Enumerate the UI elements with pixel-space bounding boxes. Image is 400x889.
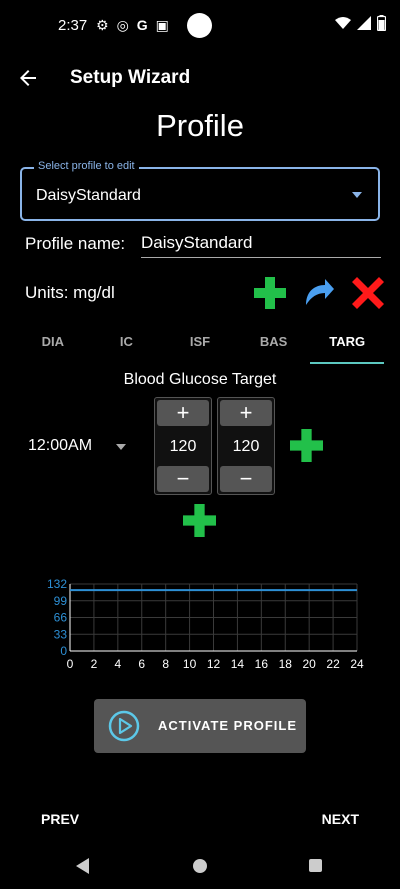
delete-profile-icon[interactable] (352, 277, 384, 309)
app-title: Setup Wizard (70, 67, 191, 88)
tab-targ[interactable]: TARG (310, 324, 384, 364)
google-icon: G (136, 17, 148, 33)
play-circle-icon (108, 710, 140, 742)
tab-isf[interactable]: ISF (163, 324, 237, 364)
caret-down-icon (352, 192, 362, 198)
profile-select-value: DaisyStandard (36, 187, 141, 204)
status-bar: 2:37 ⚙ ◎ G ▣ (0, 0, 400, 52)
nav-recents-icon[interactable] (309, 859, 322, 872)
target-section-title: Blood Glucose Target (123, 371, 277, 388)
chart-x-tick-label: 10 (183, 657, 197, 671)
camera-cutout (187, 13, 212, 38)
target-high-stepper: + 120 − (217, 397, 275, 495)
chart-x-tick-label: 14 (231, 657, 245, 671)
add-target-block-icon[interactable] (183, 504, 216, 537)
chart-x-tick-label: 20 (302, 657, 316, 671)
profile-select[interactable]: Select profile to edit DaisyStandard (20, 160, 380, 221)
chart-y-tick-label: 66 (54, 611, 68, 625)
target-low-increment-button[interactable]: + (157, 400, 209, 426)
profile-name-label: Profile name: (25, 234, 126, 253)
nav-home-icon[interactable] (193, 859, 207, 873)
chart-x-tick-label: 24 (350, 657, 364, 671)
signal-icon (357, 16, 371, 30)
nav-back-icon[interactable] (76, 858, 89, 874)
chart-x-tick-label: 22 (326, 657, 340, 671)
chart-x-tick-label: 2 (91, 657, 98, 671)
tab-bas[interactable]: BAS (237, 324, 311, 364)
next-button[interactable]: NEXT (322, 811, 359, 827)
tab-ic[interactable]: IC (90, 324, 164, 364)
target-high-value[interactable]: 120 (218, 438, 274, 456)
system-nav-bar (0, 841, 400, 889)
activate-profile-button[interactable]: ACTIVATE PROFILE (94, 699, 306, 753)
clone-profile-icon[interactable] (303, 277, 335, 309)
chart-x-tick-label: 6 (138, 657, 145, 671)
caret-down-icon[interactable] (116, 444, 126, 450)
status-icons-right (335, 15, 386, 31)
chart-x-tick-label: 4 (114, 657, 121, 671)
gallery-icon: ▣ (155, 17, 169, 33)
target-low-decrement-button[interactable]: − (157, 466, 209, 492)
chart-y-tick-label: 0 (60, 644, 67, 658)
profile-select-label: Select profile to edit (34, 160, 139, 172)
time-select[interactable]: 12:00AM (28, 437, 92, 455)
profile-tabs: DIA IC ISF BAS TARG (16, 324, 384, 364)
settings-icon: ⚙ (96, 17, 109, 33)
battery-icon (377, 15, 386, 31)
chart-y-tick-label: 132 (47, 577, 67, 591)
target-low-stepper: + 120 − (154, 397, 212, 495)
units-label: Units: mg/dl (25, 283, 115, 302)
chart-x-tick-label: 12 (207, 657, 221, 671)
chart-y-tick-label: 33 (54, 627, 68, 641)
prev-button[interactable]: PREV (41, 811, 79, 827)
tab-dia[interactable]: DIA (16, 324, 90, 364)
activate-profile-label: ACTIVATE PROFILE (158, 718, 298, 733)
app-bar: Setup Wizard (0, 52, 400, 104)
chart-x-tick-label: 8 (162, 657, 169, 671)
chart-x-tick-label: 18 (279, 657, 293, 671)
target-low-value[interactable]: 120 (155, 438, 211, 456)
add-profile-icon[interactable] (254, 277, 286, 309)
back-arrow-icon[interactable] (16, 66, 40, 90)
chart-x-tick-label: 16 (255, 657, 269, 671)
aaps-icon: ◎ (116, 17, 129, 33)
chart-x-tick-label: 0 (67, 657, 74, 671)
target-high-decrement-button[interactable]: − (220, 466, 272, 492)
wifi-icon (335, 17, 351, 29)
add-time-row-icon[interactable] (290, 429, 323, 462)
status-time: 2:37 (58, 17, 88, 34)
target-high-increment-button[interactable]: + (220, 400, 272, 426)
page-title: Profile (156, 108, 244, 143)
target-chart: 0 2 4 6 8 10 12 14 16 18 20 22 240336699132 (47, 577, 364, 671)
status-icons-left: ⚙ ◎ G ▣ (96, 16, 169, 34)
chart-y-tick-label: 99 (54, 594, 68, 608)
profile-name-input[interactable]: DaisyStandard (141, 232, 381, 258)
